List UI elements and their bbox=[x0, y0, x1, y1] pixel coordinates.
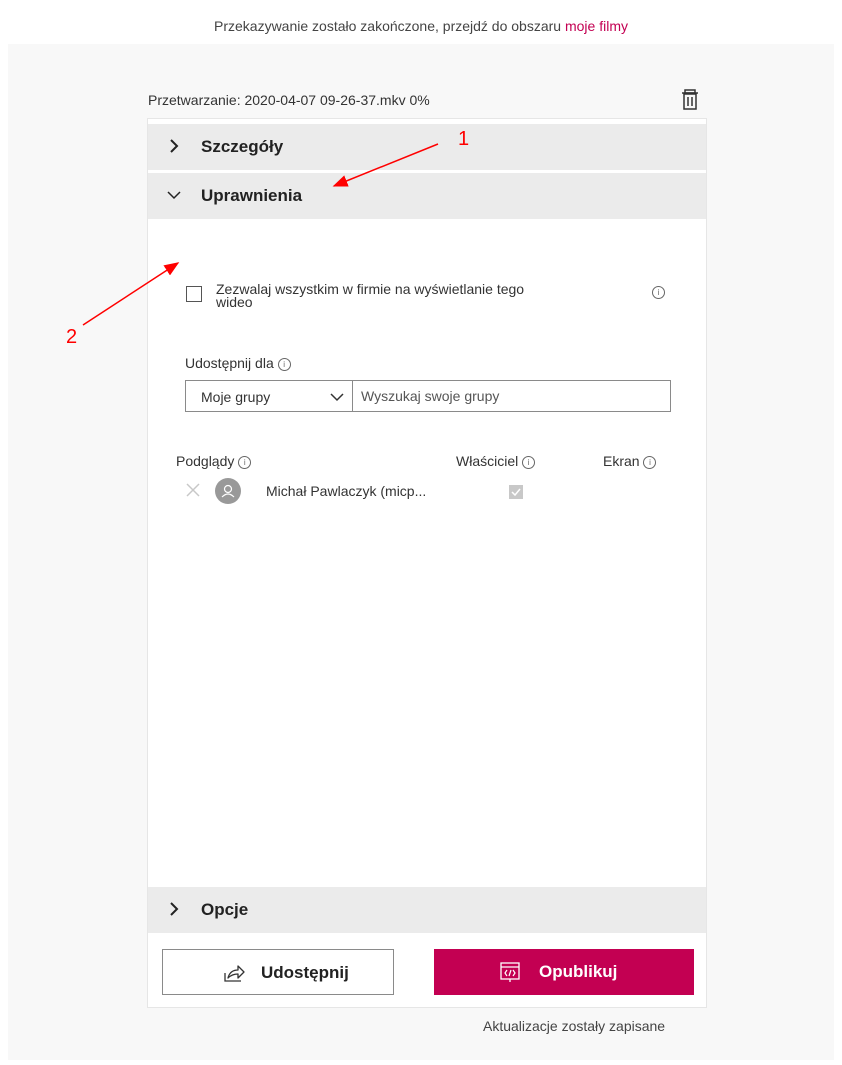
processing-row: Przetwarzanie: 2020-04-07 09-26-37.mkv 0… bbox=[147, 84, 707, 118]
screen-column-header: Ekran i bbox=[603, 453, 657, 469]
checkmark-icon bbox=[511, 488, 521, 497]
share-icon bbox=[224, 965, 245, 982]
owner-checkbox[interactable] bbox=[509, 485, 523, 499]
annotation-number-1: 1 bbox=[458, 128, 470, 150]
chevron-right-icon bbox=[170, 139, 179, 153]
section-details-header[interactable]: Szczegóły bbox=[148, 124, 706, 170]
section-details-label: Szczegóły bbox=[201, 137, 284, 156]
section-options-header[interactable]: Opcje bbox=[148, 887, 706, 933]
viewers-column-header: Podglądy i bbox=[176, 453, 252, 469]
processing-status: Przetwarzanie: 2020-04-07 09-26-37.mkv 0… bbox=[148, 92, 430, 108]
allow-company-label: Zezwalaj wszystkim w firmie na wyświetla… bbox=[216, 281, 525, 310]
share-with-label: Udostępnij dla i bbox=[185, 355, 291, 371]
upload-panel: Przetwarzanie: 2020-04-07 09-26-37.mkv 0… bbox=[147, 84, 707, 1008]
screen-column-label: Ekran bbox=[603, 453, 640, 469]
group-dropdown-value: Moje grupy bbox=[201, 389, 271, 405]
settings-card: Szczegóły Uprawnienia Zezwalaj wszystkim… bbox=[147, 118, 707, 1008]
chevron-down-icon bbox=[330, 393, 344, 402]
person-name: Michał Pawlaczyk (micp... bbox=[266, 483, 427, 499]
share-with-text: Udostępnij dla bbox=[185, 355, 274, 371]
share-button[interactable]: Udostępnij bbox=[162, 949, 394, 995]
publish-button-label: Opublikuj bbox=[539, 962, 618, 981]
upload-complete-text: Przekazywanie zostało zakończone, przejd… bbox=[214, 18, 565, 34]
annotation-number-2: 2 bbox=[66, 326, 78, 348]
owner-column-label: Właściciel bbox=[456, 453, 519, 469]
person-icon bbox=[221, 484, 235, 498]
info-icon[interactable]: i bbox=[652, 286, 665, 299]
chevron-down-icon bbox=[167, 191, 181, 200]
info-icon[interactable]: i bbox=[277, 357, 291, 371]
group-dropdown[interactable]: Moje grupy bbox=[185, 380, 353, 412]
group-search-input[interactable] bbox=[353, 380, 671, 412]
info-icon[interactable]: i bbox=[522, 455, 536, 469]
share-button-label: Udostępnij bbox=[261, 963, 349, 982]
allow-company-checkbox[interactable] bbox=[186, 286, 202, 302]
publish-button[interactable]: Opublikuj bbox=[434, 949, 694, 995]
remove-icon[interactable] bbox=[186, 483, 200, 497]
my-videos-link[interactable]: moje filmy bbox=[565, 18, 628, 34]
viewers-column-label: Podglądy bbox=[176, 453, 235, 469]
info-icon[interactable]: i bbox=[643, 455, 657, 469]
avatar bbox=[215, 478, 241, 504]
section-permissions-label: Uprawnienia bbox=[201, 186, 303, 205]
chevron-right-icon bbox=[170, 902, 179, 916]
section-permissions-header[interactable]: Uprawnienia bbox=[148, 173, 706, 219]
owner-column-header: Właściciel i bbox=[456, 453, 536, 469]
trash-icon[interactable] bbox=[679, 88, 701, 112]
save-status: Aktualizacje zostały zapisane bbox=[483, 1018, 666, 1034]
upload-complete-message: Przekazywanie zostało zakończone, przejd… bbox=[0, 18, 842, 34]
info-icon[interactable]: i bbox=[238, 455, 252, 469]
publish-icon bbox=[500, 962, 520, 982]
section-options-label: Opcje bbox=[201, 900, 249, 919]
